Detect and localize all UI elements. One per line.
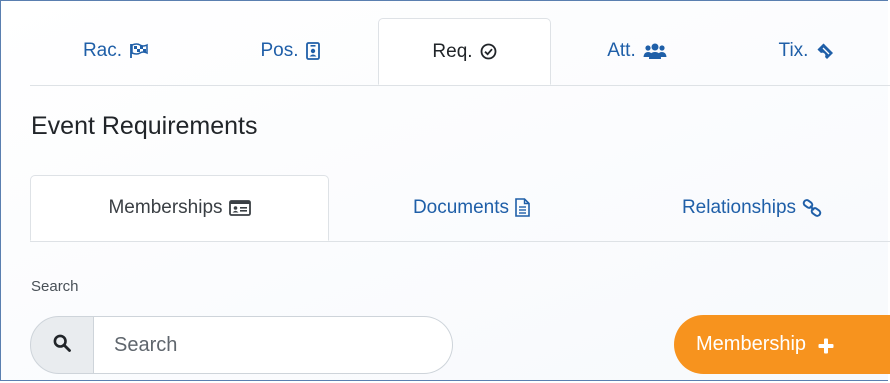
tab-documents[interactable]: Documents	[329, 175, 614, 240]
check-circle-icon	[480, 43, 497, 60]
search-button[interactable]	[30, 316, 94, 374]
ticket-icon	[815, 42, 834, 60]
tab-label: Memberships	[108, 197, 223, 218]
tab-positions[interactable]: Pos.	[202, 18, 378, 84]
tab-attendees[interactable]: Att.	[551, 18, 723, 84]
search-input[interactable]	[94, 316, 453, 374]
link-icon	[802, 198, 822, 217]
plus-icon	[818, 332, 834, 358]
file-text-icon	[515, 198, 530, 217]
search-icon	[53, 334, 71, 357]
tab-requirements[interactable]: Req.	[378, 18, 551, 85]
tab-label: Att.	[607, 40, 636, 61]
users-icon	[643, 43, 667, 60]
flag-checkered-icon	[129, 43, 149, 59]
tab-races[interactable]: Rac.	[30, 18, 202, 84]
tab-label: Tix.	[778, 40, 809, 61]
tab-memberships[interactable]: Memberships	[30, 175, 329, 241]
tab-relationships[interactable]: Relationships	[614, 175, 890, 240]
add-membership-button[interactable]: Membership	[674, 315, 890, 374]
tab-label: Pos.	[260, 40, 299, 61]
search-label: Search	[31, 278, 79, 295]
search-group	[30, 316, 453, 374]
add-membership-label: Membership	[696, 333, 807, 355]
tab-label: Documents	[412, 196, 510, 218]
tab-label: Req.	[432, 40, 473, 62]
sub-tabs: Memberships Documents Relationships	[30, 175, 890, 242]
tab-label: Rac.	[82, 40, 123, 61]
id-badge-icon	[305, 42, 320, 60]
id-card-icon	[228, 200, 251, 216]
top-tabs: Rac. Pos. Req. Att. Tix.	[30, 18, 890, 86]
section-title: Event Requirements	[31, 112, 258, 140]
tab-label: Relationships	[681, 196, 797, 218]
tab-tickets[interactable]: Tix.	[723, 18, 890, 84]
